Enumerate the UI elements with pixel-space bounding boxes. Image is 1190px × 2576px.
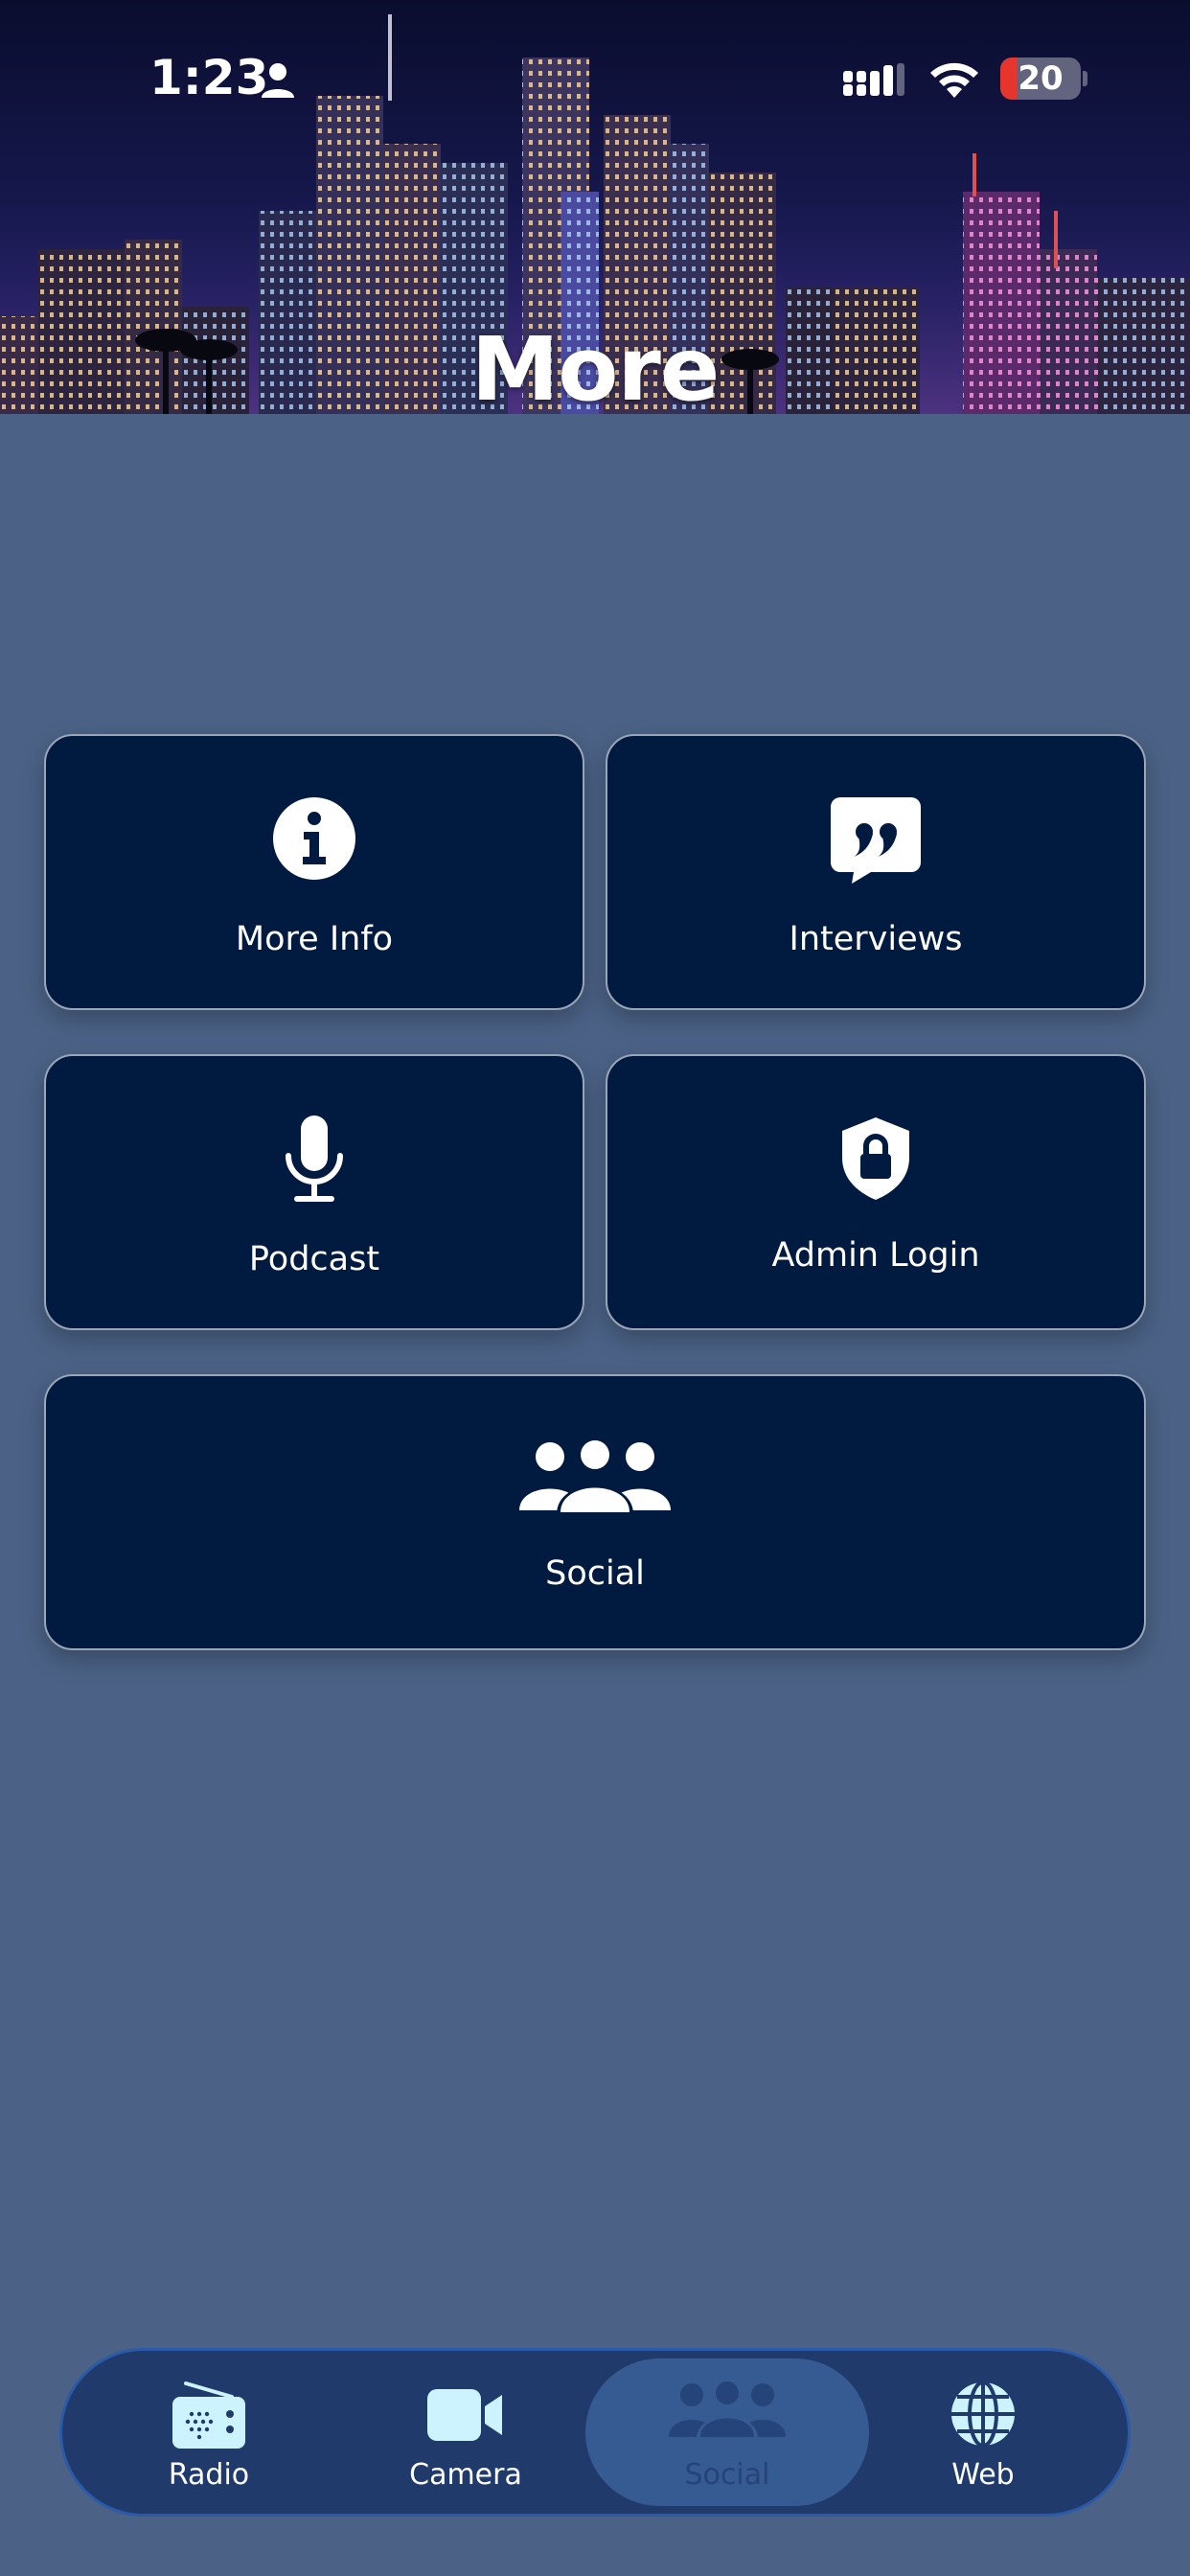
- tab-web[interactable]: Web: [854, 2351, 1112, 2514]
- status-time: 1:23: [149, 50, 269, 105]
- battery-nub: [1083, 71, 1087, 86]
- more-screen: More 1:23 20 More Info Interviews Podcas…: [0, 0, 1190, 2576]
- more-info-label: More Info: [235, 920, 394, 958]
- tab-bar: Radio Camera Social Web: [59, 2348, 1131, 2517]
- more-info-button[interactable]: More Info: [44, 734, 584, 1010]
- tab-camera[interactable]: Camera: [336, 2351, 595, 2514]
- cellular-signal-icon: [843, 63, 904, 96]
- admin-login-button[interactable]: Admin Login: [606, 1054, 1146, 1330]
- tab-social[interactable]: Social: [585, 2358, 869, 2506]
- interviews-label: Interviews: [789, 920, 963, 958]
- group-icon: [519, 1438, 671, 1514]
- tab-radio[interactable]: Radio: [80, 2351, 338, 2514]
- interviews-button[interactable]: Interviews: [606, 734, 1146, 1010]
- globe-icon: [951, 2380, 1015, 2448]
- tab-social-label: Social: [684, 2458, 770, 2492]
- video-camera-icon: [427, 2389, 502, 2441]
- group-icon: [669, 2380, 786, 2439]
- admin-login-label: Admin Login: [771, 1236, 980, 1275]
- battery-icon: 20: [1000, 58, 1081, 100]
- tab-camera-label: Camera: [409, 2458, 522, 2492]
- podcast-button[interactable]: Podcast: [44, 1054, 584, 1330]
- podcast-label: Podcast: [248, 1240, 380, 1278]
- wifi-icon: [930, 62, 978, 98]
- info-circle-icon: [273, 797, 355, 880]
- battery-level-text: 20: [1018, 59, 1064, 98]
- quote-bubble-icon: [831, 797, 921, 884]
- status-bar: 1:23 20: [0, 0, 1190, 144]
- tab-web-label: Web: [951, 2458, 1015, 2492]
- shield-lock-icon: [842, 1117, 909, 1200]
- tab-radio-label: Radio: [168, 2458, 250, 2492]
- person-icon: [262, 63, 294, 98]
- microphone-icon: [286, 1116, 343, 1202]
- social-label: Social: [545, 1554, 645, 1593]
- radio-icon: [172, 2381, 245, 2449]
- social-button[interactable]: Social: [44, 1374, 1146, 1650]
- page-title: More: [470, 318, 721, 414]
